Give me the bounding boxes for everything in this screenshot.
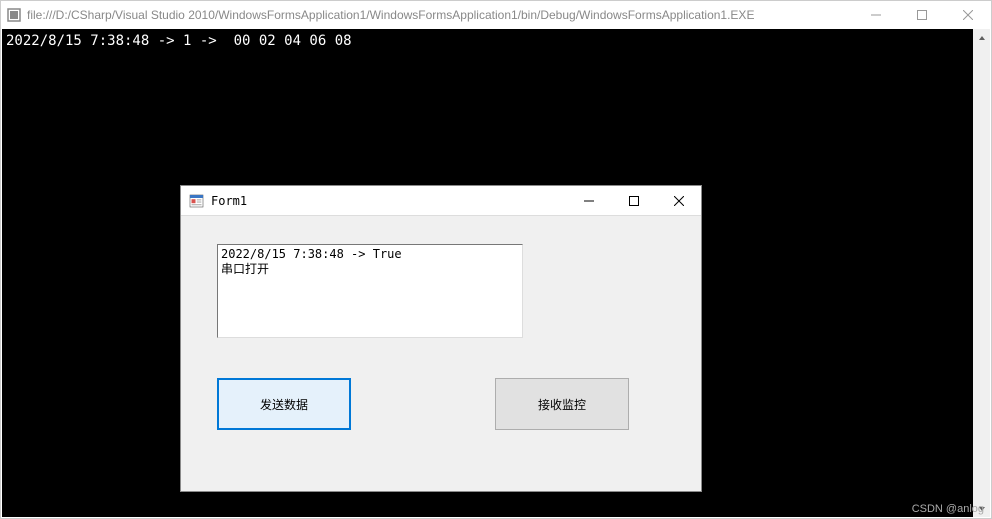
scrollbar-up-icon[interactable] bbox=[973, 29, 990, 46]
maximize-button[interactable] bbox=[899, 1, 945, 29]
form-close-button[interactable] bbox=[656, 186, 701, 216]
console-window: file:///D:/CSharp/Visual Studio 2010/Win… bbox=[0, 0, 992, 519]
console-scrollbar[interactable] bbox=[973, 29, 990, 517]
form1-titlebar[interactable]: Form1 bbox=[181, 186, 701, 216]
form1-body: 2022/8/15 7:38:48 -> True 串口打开 发送数据 接收监控 bbox=[181, 216, 701, 491]
form-maximize-button[interactable] bbox=[611, 186, 656, 216]
send-data-label: 发送数据 bbox=[260, 396, 308, 413]
app-icon bbox=[7, 8, 21, 22]
receive-monitor-label: 接收监控 bbox=[538, 396, 586, 413]
console-output: 2022/8/15 7:38:48 -> 1 -> 00 02 04 06 08 bbox=[2, 29, 990, 517]
send-data-button[interactable]: 发送数据 bbox=[217, 378, 351, 430]
receive-monitor-button[interactable]: 接收监控 bbox=[495, 378, 629, 430]
console-title: file:///D:/CSharp/Visual Studio 2010/Win… bbox=[27, 8, 853, 22]
console-line: 2022/8/15 7:38:48 -> 1 -> 00 02 04 06 08 bbox=[6, 33, 986, 49]
form-minimize-button[interactable] bbox=[566, 186, 611, 216]
form1-window-controls bbox=[566, 186, 701, 215]
form-icon bbox=[189, 193, 205, 209]
watermark: CSDN @anlog bbox=[912, 503, 984, 515]
console-titlebar: file:///D:/CSharp/Visual Studio 2010/Win… bbox=[1, 1, 991, 29]
console-window-controls bbox=[853, 1, 991, 29]
minimize-button[interactable] bbox=[853, 1, 899, 29]
form1-title: Form1 bbox=[211, 194, 566, 208]
form1-window: Form1 2022/8/15 7:38:48 -> True 串口打开 bbox=[180, 185, 702, 492]
log-textbox[interactable]: 2022/8/15 7:38:48 -> True 串口打开 bbox=[217, 244, 523, 338]
close-button[interactable] bbox=[945, 1, 991, 29]
